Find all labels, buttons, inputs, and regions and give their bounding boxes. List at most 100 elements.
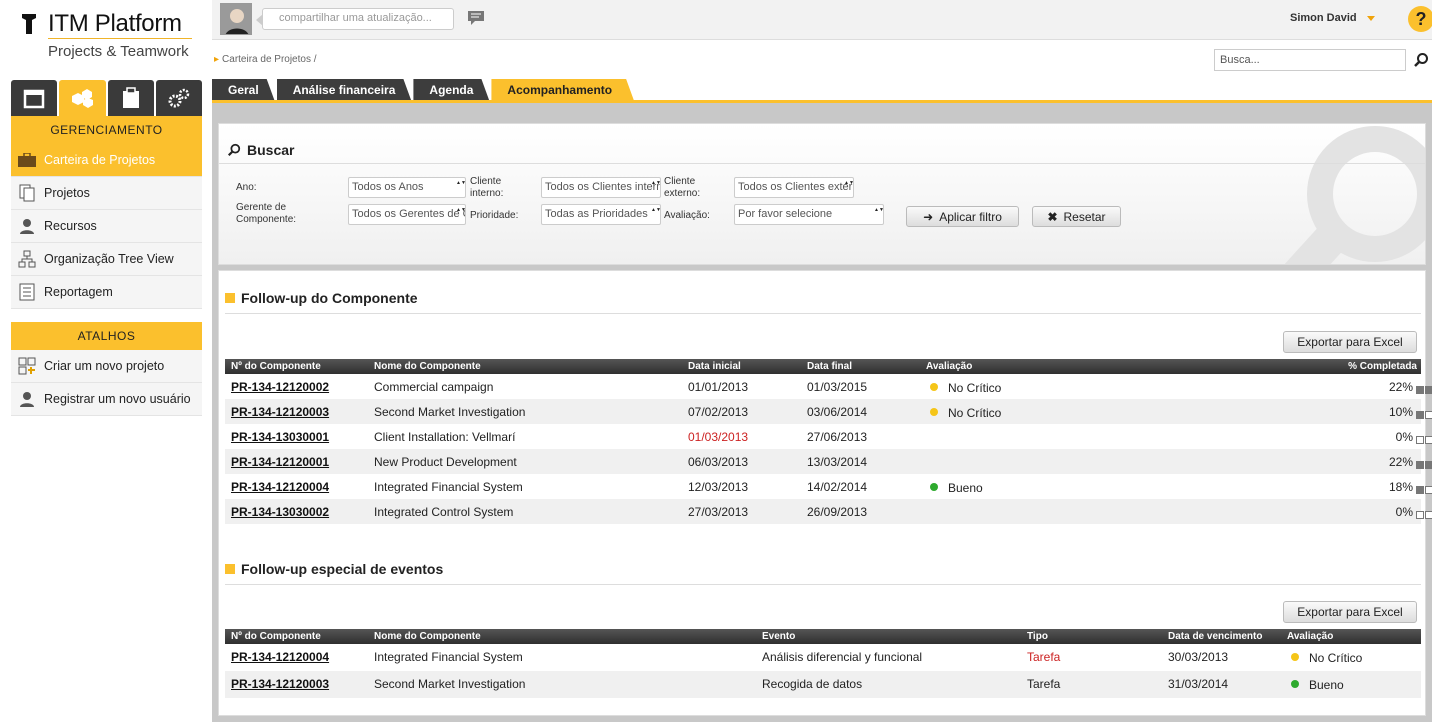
share-update-input[interactable]: compartilhar uma atualização... (262, 8, 454, 30)
component-name: Integrated Financial System (374, 650, 523, 664)
column-header[interactable]: % Completada (1348, 361, 1417, 372)
chevron-down-icon[interactable] (1367, 16, 1375, 21)
settings-tab[interactable] (155, 80, 202, 116)
column-header[interactable]: Nome do Componente (374, 361, 481, 372)
tab-analise-financeira[interactable]: Análise financeira (277, 79, 412, 101)
help-button[interactable]: ? (1408, 6, 1432, 32)
clipboard-tab[interactable] (107, 80, 154, 116)
section-atalhos: ATALHOS (11, 322, 202, 350)
export-excel-button-events[interactable]: Exportar para Excel (1283, 601, 1417, 623)
column-header[interactable]: Nº do Componente (231, 631, 321, 642)
percent-completed: 22% (1388, 455, 1432, 469)
component-name: Client Installation: Vellmarí (374, 430, 516, 444)
component-code-link[interactable]: PR-134-12120004 (231, 480, 329, 494)
status-dot-icon (930, 383, 938, 391)
column-header[interactable]: Nome do Componente (374, 631, 481, 642)
column-header[interactable]: Tipo (1027, 631, 1048, 642)
column-header[interactable]: Avaliação (1287, 631, 1333, 642)
start-date: 06/03/2013 (688, 455, 749, 469)
cliente-externo-select[interactable]: Todos os Clientes externos (734, 177, 854, 198)
events-divider (225, 584, 1421, 585)
component-code-link[interactable]: PR-134-13030002 (231, 505, 329, 519)
user-menu[interactable]: Simon David (1290, 12, 1357, 24)
breadcrumb-arrow-icon: ▸ (214, 54, 220, 65)
column-header[interactable]: Nº do Componente (231, 361, 321, 372)
evaluation-label: Bueno (1309, 678, 1344, 692)
sidebar-item-label: Reportagem (44, 285, 113, 299)
column-header[interactable]: Evento (762, 631, 795, 642)
component-name: New Product Development (374, 455, 517, 469)
column-header[interactable]: Avaliação (926, 361, 972, 372)
search-icon[interactable] (1413, 52, 1429, 68)
sidebar-item-reportagem[interactable]: Reportagem (11, 276, 202, 309)
cliente-interno-label: Cliente interno: (470, 176, 504, 199)
event-type: Tarefa (1027, 650, 1061, 664)
column-header[interactable]: Data final (807, 361, 852, 372)
column-header[interactable]: Data inicial (688, 361, 741, 372)
prioridade-label: Prioridade: (470, 210, 519, 221)
percent-value: 18% (1388, 480, 1413, 494)
search-icon (227, 143, 241, 157)
cliente-interno-select[interactable]: Todos os Clientes internos (541, 177, 661, 198)
avatar[interactable] (220, 3, 252, 35)
component-code-link[interactable]: PR-134-12120003 (231, 405, 329, 419)
progress-box (1425, 386, 1432, 394)
breadcrumb-link[interactable]: Carteira de Projetos / (222, 54, 317, 65)
event-type: Tarefa (1027, 677, 1061, 691)
tab-agenda[interactable]: Agenda (413, 79, 489, 101)
shortcut-new-project[interactable]: Criar um novo projeto (11, 350, 202, 383)
component-name: Commercial campaign (374, 380, 494, 394)
ano-select[interactable]: Todos os Anos (348, 177, 466, 198)
column-header[interactable]: Data de vencimento (1168, 631, 1262, 642)
events-table: Nº do Componente Nome do Componente Even… (225, 629, 1421, 698)
event-name: Análisis diferencial y funcional (762, 650, 923, 664)
evaluation: No Crítico (930, 406, 1001, 420)
top-bar: compartilhar uma atualização... Simon Da… (212, 0, 1432, 40)
status-dot-icon (1291, 653, 1299, 661)
sidebar-item-recursos[interactable]: Recursos (11, 210, 202, 243)
sidebar-item-organizacao[interactable]: Organização Tree View (11, 243, 202, 276)
shortcut-label: Criar um novo projeto (44, 359, 165, 373)
evaluation-label: Bueno (948, 481, 983, 495)
component-code-link[interactable]: PR-134-13030001 (231, 430, 329, 444)
section-gerenciamento: GERENCIAMENTO (11, 116, 202, 144)
component-code-link[interactable]: PR-134-12120001 (231, 455, 329, 469)
percent-value: 22% (1388, 455, 1413, 469)
clipboard-icon (122, 87, 139, 108)
export-excel-button[interactable]: Exportar para Excel (1283, 331, 1417, 353)
sidebar-item-projetos[interactable]: Projetos (11, 177, 202, 210)
table-row: PR-134-12120001 New Product Development 06… (225, 449, 1432, 474)
component-code-link[interactable]: PR-134-12120002 (231, 380, 329, 394)
shortcut-label: Registrar um novo usuário (44, 392, 191, 406)
apply-filter-button[interactable]: ➜ Aplicar filtro (906, 206, 1019, 227)
prioridade-select[interactable]: Todas as Prioridades (541, 204, 661, 225)
table-header: Nº do Componente Nome do Componente Even… (225, 629, 1421, 644)
progress-box (1416, 486, 1424, 494)
reset-button[interactable]: ✖ Resetar (1032, 206, 1121, 227)
search-input[interactable]: Busca... (1214, 49, 1406, 71)
chat-icon[interactable] (467, 10, 485, 26)
projects-tab[interactable] (59, 80, 106, 116)
cliente-externo-label: Cliente externo: (664, 176, 701, 199)
shortcut-new-user[interactable]: Registrar um novo usuário (11, 383, 202, 416)
app-title: ITM Platform (48, 10, 182, 37)
tab-acompanhamento[interactable]: Acompanhamento (491, 79, 634, 101)
evaluation-label: No Crítico (948, 406, 1002, 420)
end-date: 13/03/2014 (807, 455, 868, 469)
evaluation: No Crítico (930, 381, 1001, 395)
events-title-text: Follow-up especial de eventos (241, 561, 444, 577)
component-code-link[interactable]: PR-134-12120004 (231, 650, 329, 664)
events-title: Follow-up especial de eventos (225, 561, 443, 577)
progress-box (1416, 511, 1424, 519)
evaluation: No Crítico (1291, 651, 1362, 665)
table-row: PR-134-12120003 Second Market Investigati… (225, 399, 1432, 424)
tab-geral[interactable]: Geral (212, 79, 275, 101)
component-code-link[interactable]: PR-134-12120003 (231, 677, 329, 691)
calendar-tab[interactable] (11, 80, 58, 116)
sidebar-item-carteira[interactable]: Carteira de Projetos (11, 144, 202, 177)
avaliacao-select[interactable]: Por favor selecione (734, 204, 884, 225)
gerente-select[interactable]: Todos os Gerentes de Componente (348, 204, 466, 225)
filter-title: Buscar (227, 142, 294, 158)
avaliacao-label: Avaliação: (664, 210, 710, 221)
events-rows: PR-134-12120004 Integrated Financial Syst… (225, 644, 1421, 698)
